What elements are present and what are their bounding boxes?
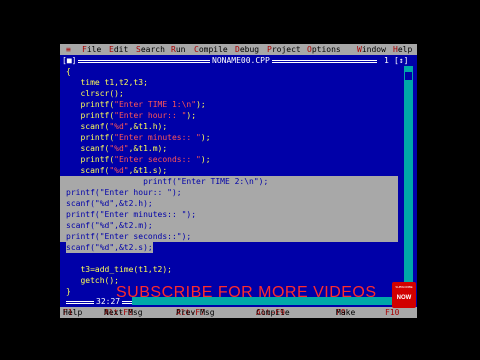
code-line[interactable]: printf("Enter TIME 2:\n");	[60, 176, 398, 187]
zoom-box[interactable]: [↕]	[392, 55, 411, 66]
subscribe-overlay-text: SUBSCRIBE FOR MORE VIDEOS	[116, 284, 377, 301]
code-editor[interactable]: { time t1,t2,t3; clrscr(); printf("Enter…	[60, 66, 404, 296]
menu-project[interactable]: Project	[267, 44, 301, 55]
code-line[interactable]: scanf("%d",&t1.h);	[66, 121, 167, 132]
badge-small-text: SUBSCRIBE	[395, 285, 413, 289]
code-line[interactable]: printf("Enter seconds::");	[60, 231, 398, 242]
code-line[interactable]: clrscr();	[66, 88, 123, 99]
menu-help[interactable]: Help	[393, 44, 412, 55]
menu-compile[interactable]: Compile	[194, 44, 228, 55]
code-line[interactable]: printf("Enter hour:: ");	[60, 187, 398, 198]
code-line[interactable]: scanf("%d",&t2.s);	[66, 242, 153, 253]
code-line[interactable]: printf("Enter seconds:: ");	[66, 154, 210, 165]
menu-run[interactable]: Run	[171, 44, 185, 55]
subscribe-now-badge[interactable]: SUBSCRIBE NOW	[392, 282, 416, 308]
code-line[interactable]: getch();	[66, 275, 119, 286]
editor-title-bar: [■] NONAME00.CPP 1 [↕]	[60, 55, 417, 66]
function-key-bar: F1 Help Alt-F8 Next Msg Alt-F7 Prev Msg …	[60, 307, 417, 318]
menu-bar: ≡ File Edit Search Run Compile Debug Pro…	[60, 44, 417, 55]
vertical-scrollbar[interactable]	[404, 66, 413, 296]
system-menu[interactable]: ≡	[66, 44, 71, 55]
code-line[interactable]: printf("Enter TIME 1:\n");	[66, 99, 205, 110]
window-title: NONAME00.CPP	[210, 55, 272, 66]
code-line[interactable]: {	[66, 66, 71, 77]
code-line[interactable]: time t1,t2,t3;	[66, 77, 147, 88]
code-line[interactable]: scanf("%d",&t2.h);	[60, 198, 398, 209]
code-line[interactable]: scanf("%d",&t1.s);	[66, 165, 167, 176]
menu-search[interactable]: Search	[136, 44, 165, 55]
code-line[interactable]: printf("Enter minutes:: ");	[66, 132, 210, 143]
menu-edit[interactable]: Edit	[109, 44, 128, 55]
close-box[interactable]: [■]	[60, 55, 79, 66]
window-number: 1	[382, 55, 391, 66]
code-line[interactable]: scanf("%d",&t1.m);	[66, 143, 167, 154]
badge-text: NOW	[396, 295, 412, 301]
code-line[interactable]: printf("Enter hour:: ");	[66, 110, 196, 121]
menu-options[interactable]: Options	[307, 44, 341, 55]
code-line[interactable]: scanf("%d",&t2.m);	[60, 220, 398, 231]
scroll-thumb[interactable]	[405, 72, 412, 80]
menu-window[interactable]: Window	[357, 44, 386, 55]
code-line[interactable]: t3=add_time(t1,t2);	[66, 264, 172, 275]
menu-file[interactable]: File	[82, 44, 101, 55]
menu-debug[interactable]: Debug	[235, 44, 259, 55]
code-line[interactable]: printf("Enter minutes:: ");	[60, 209, 398, 220]
turbo-c-ide: ≡ File Edit Search Run Compile Debug Pro…	[60, 44, 417, 318]
